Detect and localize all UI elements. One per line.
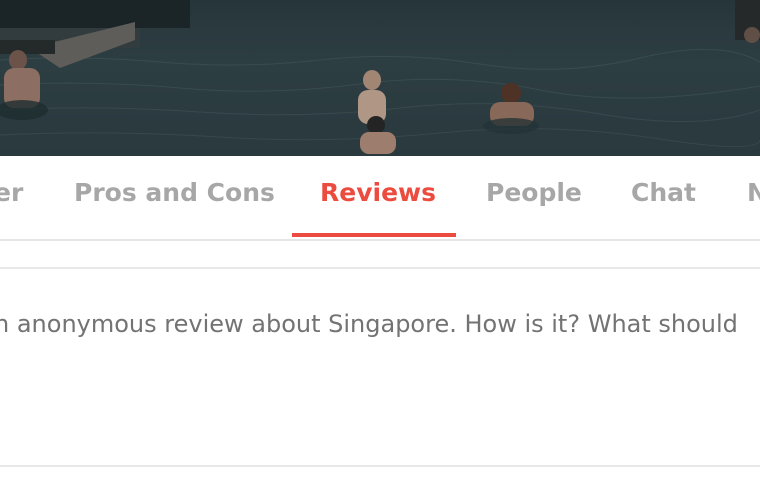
review-placeholder: n anonymous review about Singapore. How … [0, 310, 738, 338]
divider-top [0, 267, 760, 269]
tab-chat[interactable]: Chat [631, 178, 696, 207]
review-input[interactable]: n anonymous review about Singapore. How … [0, 270, 760, 466]
tab-people[interactable]: People [486, 178, 582, 207]
tab-reviews[interactable]: Reviews [320, 178, 436, 207]
section-tab-bar: er Pros and Cons Reviews People Chat N [0, 156, 760, 241]
active-tab-indicator [292, 233, 456, 237]
cover-photo [0, 0, 760, 156]
tab-partial-right[interactable]: N [747, 178, 760, 207]
divider-bottom [0, 465, 760, 467]
tab-partial-left[interactable]: er [0, 178, 23, 207]
tab-pros-and-cons[interactable]: Pros and Cons [74, 178, 275, 207]
